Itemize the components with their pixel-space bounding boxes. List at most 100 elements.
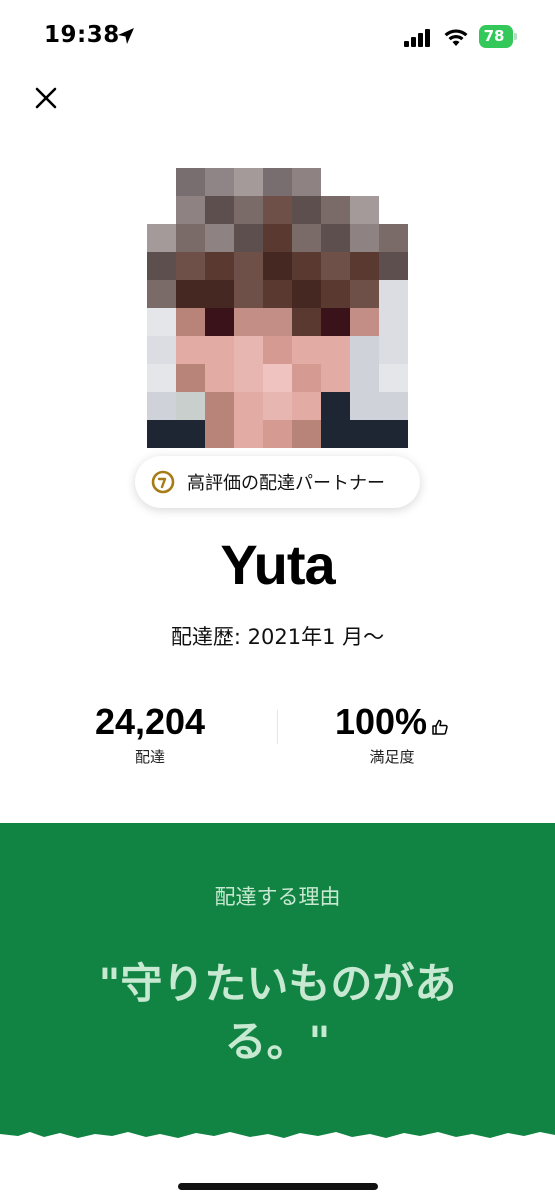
avatar-mosaic-tile xyxy=(379,308,408,336)
thumbs-up-icon xyxy=(432,719,448,735)
avatar-mosaic-tile xyxy=(205,336,234,364)
avatar-mosaic-tile xyxy=(234,364,263,392)
avatar-mosaic-tile xyxy=(350,336,379,364)
avatar-mosaic-tile xyxy=(292,196,321,224)
avatar-mosaic-tile xyxy=(176,392,205,420)
avatar-mosaic-tile xyxy=(205,168,234,196)
avatar-mosaic-tile xyxy=(234,168,263,196)
satisfaction-stat: 100% 満足度 xyxy=(292,700,492,767)
avatar-mosaic-tile xyxy=(147,224,176,252)
avatar-mosaic-tile xyxy=(321,280,350,308)
avatar-mosaic-tile xyxy=(321,420,350,448)
avatar-mosaic-tile xyxy=(379,252,408,280)
avatar-mosaic-tile xyxy=(292,224,321,252)
avatar-mosaic-tile xyxy=(263,392,292,420)
avatar-mosaic-tile xyxy=(350,308,379,336)
avatar-mosaic-tile xyxy=(263,420,292,448)
avatar-mosaic-tile xyxy=(234,196,263,224)
close-icon[interactable] xyxy=(28,80,64,116)
reason-quote: "守りたいものがある。" xyxy=(98,959,457,1066)
avatar-mosaic-tile xyxy=(205,364,234,392)
deliveries-stat: 24,204 配達 xyxy=(50,700,250,767)
status-time: 19:38 xyxy=(44,22,120,48)
avatar-mosaic-tile xyxy=(147,308,176,336)
avatar-mosaic-tile xyxy=(292,280,321,308)
avatar-mosaic-tile xyxy=(205,280,234,308)
avatar-mosaic-tile xyxy=(321,392,350,420)
avatar-mosaic-tile xyxy=(350,364,379,392)
avatar-mosaic-tile xyxy=(147,364,176,392)
avatar-mosaic-tile xyxy=(234,280,263,308)
battery-cap xyxy=(514,33,517,40)
avatar-mosaic-tile xyxy=(234,420,263,448)
avatar-mosaic-tile xyxy=(176,364,205,392)
avatar-mosaic-tile xyxy=(321,252,350,280)
avatar-mosaic-tile xyxy=(205,308,234,336)
status-bar: 19:38 78 xyxy=(0,0,555,74)
avatar-mosaic-tile xyxy=(234,252,263,280)
avatar-mosaic-tile xyxy=(147,420,176,448)
avatar-mosaic-tile xyxy=(176,280,205,308)
avatar-mosaic-tile xyxy=(321,336,350,364)
avatar-mosaic-tile xyxy=(292,308,321,336)
partner-name: Yuta xyxy=(220,533,335,596)
avatar-mosaic-tile xyxy=(321,364,350,392)
avatar-mosaic-tile xyxy=(147,336,176,364)
avatar-mosaic-tile xyxy=(379,420,408,448)
avatar-mosaic-tile xyxy=(205,392,234,420)
avatar-mosaic-tile xyxy=(205,196,234,224)
wifi-icon xyxy=(444,29,468,46)
avatar-mosaic-tile xyxy=(263,168,292,196)
avatar-mosaic-tile xyxy=(176,224,205,252)
avatar-mosaic-tile xyxy=(379,280,408,308)
avatar-mosaic-tile xyxy=(263,308,292,336)
satisfaction-value: 100% xyxy=(334,701,428,742)
deliveries-label: 配達 xyxy=(134,748,165,766)
avatar-mosaic-tile xyxy=(292,364,321,392)
avatar-mosaic-tile xyxy=(176,252,205,280)
avatar-mosaic-tile xyxy=(350,252,379,280)
delivery-history: 配達歴: 2021年1 月〜 xyxy=(170,625,385,649)
avatar-mosaic-tile xyxy=(321,224,350,252)
avatar-mosaic-tile xyxy=(263,364,292,392)
avatar-mosaic-tile xyxy=(292,392,321,420)
avatar-mosaic-tile xyxy=(176,420,205,448)
avatar-mosaic-tile xyxy=(321,308,350,336)
avatar-mosaic-tile xyxy=(176,196,205,224)
battery-level: 78 xyxy=(483,27,505,45)
home-indicator[interactable] xyxy=(178,1183,378,1190)
avatar-mosaic-tile xyxy=(234,392,263,420)
avatar-mosaic-tile xyxy=(350,392,379,420)
avatar-mosaic-tile xyxy=(263,196,292,224)
avatar-mosaic-tile xyxy=(321,196,350,224)
avatar-mosaic-tile xyxy=(263,280,292,308)
top-rated-badge[interactable]: 高評価の配達パートナー xyxy=(135,456,420,508)
avatar-mosaic-tile xyxy=(234,336,263,364)
avatar-mosaic-tile xyxy=(147,280,176,308)
avatar-mosaic-tile xyxy=(350,224,379,252)
satisfaction-label: 満足度 xyxy=(369,748,415,766)
avatar-mosaic-tile xyxy=(147,252,176,280)
avatar-mosaic-tile xyxy=(234,224,263,252)
signal-icon xyxy=(404,29,430,47)
badge-label: 高評価の配達パートナー xyxy=(187,473,385,494)
avatar-mosaic-tile xyxy=(292,336,321,364)
avatar-mosaic-tile xyxy=(263,252,292,280)
avatar-mosaic-tile xyxy=(205,420,234,448)
avatar-mosaic-tile xyxy=(350,420,379,448)
avatar-mosaic-tile xyxy=(292,420,321,448)
avatar-mosaic-tile xyxy=(379,364,408,392)
avatar-mosaic-tile xyxy=(379,392,408,420)
avatar-mosaic-tile xyxy=(234,308,263,336)
avatar-mosaic-tile xyxy=(205,252,234,280)
avatar-mosaic-tile xyxy=(292,252,321,280)
location-arrow-icon xyxy=(118,28,134,44)
avatar-mosaic-tile xyxy=(147,392,176,420)
reason-title: 配達する理由 xyxy=(214,885,341,909)
satisfaction-row: 100% xyxy=(292,700,492,744)
avatar-mosaic-tile xyxy=(263,336,292,364)
avatar-mosaic-tile xyxy=(205,224,234,252)
avatar xyxy=(118,140,434,448)
avatar-mosaic-tile xyxy=(176,168,205,196)
avatar-mosaic-tile xyxy=(176,308,205,336)
